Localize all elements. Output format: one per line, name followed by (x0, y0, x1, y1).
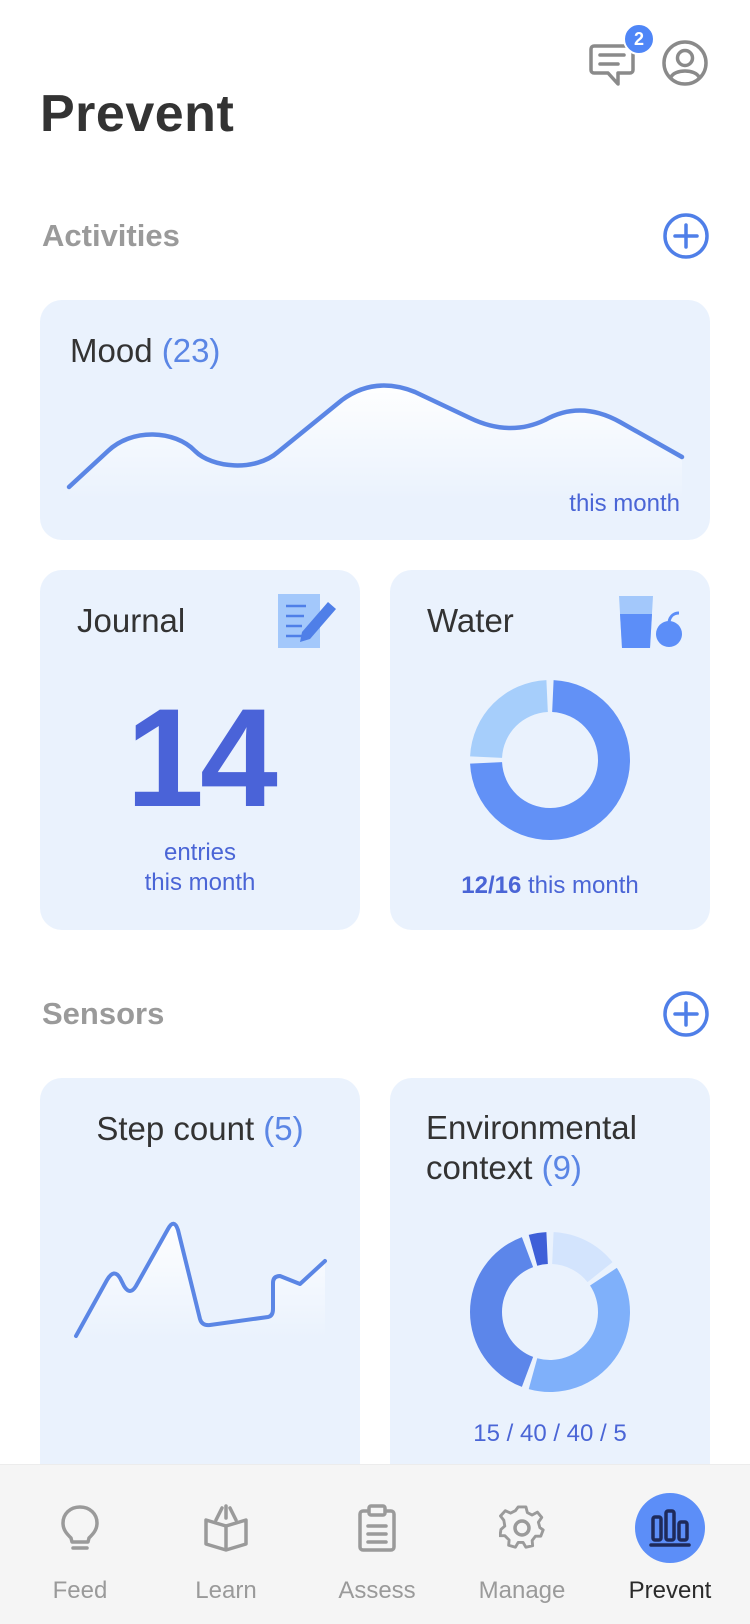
env-segment-1 (552, 1232, 613, 1283)
nav-label-learn: Learn (195, 1577, 257, 1604)
water-progress: 12/16 (461, 872, 522, 899)
water-progress-caption: 12/16 this month (390, 872, 710, 900)
add-activity-button[interactable] (662, 212, 710, 260)
nav-label-prevent: Prevent (628, 1577, 712, 1604)
water-remaining-segment (470, 680, 548, 758)
environmental-context-title-line2: context (426, 1149, 533, 1186)
environmental-context-card[interactable]: Environmental context (9) 15 / 40 / 40 /… (390, 1078, 710, 1498)
nav-item-feed[interactable]: Feed (5, 1465, 155, 1624)
journal-card[interactable]: Journal 14 entries this month (40, 570, 360, 930)
nav-item-manage[interactable]: Manage (447, 1465, 597, 1624)
env-segment-3 (470, 1237, 534, 1387)
journal-caption: entries this month (40, 838, 360, 898)
journal-caption-line1: entries (163, 839, 237, 866)
open-book-icon (204, 1504, 248, 1552)
water-card[interactable]: Water 12/16 this month (390, 570, 710, 930)
env-segment-2 (528, 1267, 630, 1392)
step-count-title: Step count (5) (40, 1110, 360, 1148)
nav-item-learn[interactable]: Learn (151, 1465, 301, 1624)
gear-icon (499, 1505, 545, 1549)
nav-item-assess[interactable]: Assess (302, 1465, 452, 1624)
nav-label-assess: Assess (338, 1577, 416, 1604)
environmental-context-count: (9) (541, 1149, 582, 1186)
water-period: this month (528, 872, 639, 899)
profile-button[interactable] (660, 38, 710, 88)
nav-label-manage: Manage (478, 1577, 566, 1604)
nav-label-feed: Feed (52, 1577, 108, 1604)
bar-chart-icon (649, 1509, 691, 1547)
env-segment-4 (528, 1232, 548, 1266)
journal-caption-line2: this month (144, 869, 256, 896)
water-glass-icon (619, 596, 682, 648)
bottom-nav: Feed Learn Assess Manage Prevent (0, 1464, 750, 1624)
environmental-context-breakdown: 15 / 40 / 40 / 5 (473, 1420, 627, 1447)
add-sensor-button[interactable] (662, 990, 710, 1038)
activities-section-title: Activities (42, 218, 180, 253)
mood-card[interactable]: Mood (23) this month (40, 300, 710, 540)
environmental-context-title: Environmental context (9) (426, 1108, 637, 1188)
step-count-title-text: Step count (96, 1110, 255, 1147)
mood-area (69, 385, 682, 500)
journal-entry-count: 14 (126, 679, 278, 836)
step-count-card[interactable]: Step count (5) (40, 1078, 360, 1498)
page-title: Prevent (40, 85, 235, 143)
lightbulb-icon (61, 1505, 99, 1550)
environmental-context-title-line1: Environmental (426, 1109, 637, 1146)
plus-circle-icon (663, 213, 709, 259)
journal-pencil-icon (278, 594, 336, 648)
step-count-line-chart (74, 1221, 327, 1338)
environmental-context-donut-chart (470, 1232, 630, 1392)
profile-icon (662, 40, 708, 86)
mood-period: this month (569, 490, 680, 517)
water-title: Water (427, 602, 514, 639)
plus-circle-icon (663, 991, 709, 1037)
step-count-count: (5) (263, 1110, 304, 1147)
messages-badge: 2 (623, 23, 655, 55)
journal-title: Journal (77, 602, 186, 639)
water-donut-chart (470, 680, 630, 840)
nav-item-prevent[interactable]: Prevent (595, 1465, 745, 1624)
sensors-section-title: Sensors (42, 996, 165, 1031)
clipboard-icon (358, 1504, 396, 1552)
